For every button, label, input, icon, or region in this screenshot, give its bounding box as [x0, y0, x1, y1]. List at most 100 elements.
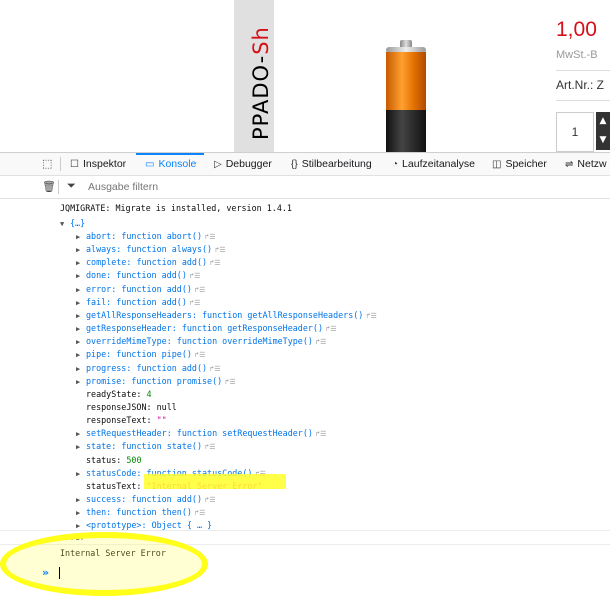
- property-colon: :: [111, 441, 122, 452]
- property-key: state: [86, 441, 112, 452]
- object-property-row[interactable]: ▶ setRequestHeader: function setRequestHe…: [76, 427, 326, 440]
- property-colon: :: [111, 283, 122, 294]
- object-property-row[interactable]: ▶ getResponseHeader: function getResponse…: [76, 322, 337, 335]
- property-value: function promise(): [131, 375, 223, 386]
- object-property-row[interactable]: responseText: "": [76, 414, 167, 427]
- yellow-highlight: [144, 474, 286, 489]
- property-value: 4: [146, 388, 152, 399]
- object-property-row[interactable]: ▶ fail: function add() ↱☰: [76, 296, 200, 309]
- property-value: function add(): [136, 257, 208, 268]
- object-property-row[interactable]: ▶ then: function then() ↱☰: [76, 506, 205, 519]
- property-key: statusCode: [86, 467, 137, 478]
- property-colon: :: [146, 401, 157, 412]
- property-colon: :: [126, 362, 137, 373]
- collapsed-arrow-icon: ▶: [76, 272, 81, 281]
- object-property-row[interactable]: readyState: 4: [76, 388, 152, 401]
- property-colon: :: [191, 309, 202, 320]
- property-value: function pipe(): [116, 349, 192, 360]
- collapsed-arrow-icon: ▶: [76, 233, 81, 241]
- expanded-arrow-icon: ▼: [60, 220, 65, 228]
- jump-to-definition-icon[interactable]: ↱☰: [195, 286, 206, 294]
- jump-to-definition-icon[interactable]: ↱☰: [195, 509, 206, 517]
- object-property-row[interactable]: ▶ pipe: function pipe() ↱☰: [76, 348, 205, 361]
- collapsed-arrow-icon: ▶: [76, 311, 81, 320]
- jump-to-definition-icon[interactable]: ↱☰: [316, 338, 327, 346]
- collapsed-arrow-icon: ▶: [76, 364, 81, 373]
- property-key: fail: [86, 296, 107, 307]
- property-value: function getAllResponseHeaders(): [201, 309, 364, 320]
- object-property-row[interactable]: ▶ progress: function add() ↱☰: [76, 362, 221, 375]
- property-value: function add(): [116, 270, 187, 281]
- collapsed-arrow-icon: ▶: [76, 430, 81, 439]
- property-colon: :: [166, 336, 177, 347]
- object-property-row[interactable]: ▶ promise: function promise() ↱☰: [76, 375, 236, 388]
- collapsed-arrow-icon: ▶: [76, 469, 81, 478]
- jump-to-definition-icon[interactable]: ↱☰: [205, 496, 216, 504]
- property-key: complete: [86, 257, 127, 268]
- object-property-row[interactable]: ▶ getAllResponseHeaders: function getAllR…: [76, 309, 377, 322]
- jump-to-definition-icon[interactable]: ↱☰: [190, 299, 201, 307]
- property-colon: :: [106, 270, 117, 281]
- collapsed-arrow-icon: ▶: [76, 509, 81, 518]
- property-value: function overrideMimeType(): [176, 336, 313, 347]
- property-key: <prototype>: [86, 520, 142, 531]
- object-property-row[interactable]: ▶ error: function add() ↱☰: [76, 283, 205, 296]
- jump-to-definition-icon[interactable]: ↱☰: [205, 443, 216, 451]
- property-value: function state(): [121, 441, 202, 452]
- jump-to-definition-icon[interactable]: ↱☰: [366, 312, 377, 320]
- jump-to-definition-icon[interactable]: ↱☰: [326, 325, 337, 333]
- jump-to-definition-icon[interactable]: ↱☰: [210, 259, 221, 267]
- collapsed-arrow-icon: ▶: [76, 246, 81, 255]
- object-property-row[interactable]: ▶ success: function add() ↱☰: [76, 493, 215, 506]
- object-property-row[interactable]: ▶ abort: function abort() ↱☰: [76, 230, 216, 243]
- property-key: abort: [86, 231, 112, 241]
- jump-to-definition-icon[interactable]: ↱☰: [316, 430, 327, 438]
- collapsed-arrow-icon: ▶: [76, 285, 81, 294]
- collapsed-arrow-icon: ▶: [76, 338, 81, 347]
- jump-to-definition-icon[interactable]: ↱☰: [195, 351, 206, 359]
- collapsed-arrow-icon: ▶: [76, 298, 81, 307]
- property-colon: :: [126, 257, 137, 268]
- property-key: error: [86, 283, 112, 294]
- object-header[interactable]: ▼ {…}: [60, 217, 85, 230]
- jump-to-definition-icon[interactable]: ↱☰: [225, 378, 236, 386]
- jump-to-definition-icon[interactable]: ↱☰: [205, 233, 216, 241]
- object-property-row[interactable]: responseJSON: null: [76, 401, 177, 414]
- divider: [0, 530, 610, 531]
- object-property-row[interactable]: ▶ complete: function add() ↱☰: [76, 256, 221, 269]
- property-colon: :: [146, 415, 157, 426]
- property-value: function add(): [136, 362, 208, 373]
- jump-to-definition-icon[interactable]: ↱☰: [215, 246, 226, 254]
- console-input-row[interactable]: »: [0, 562, 610, 584]
- property-value: function always(): [126, 244, 213, 255]
- property-key: overrideMimeType: [86, 336, 167, 347]
- object-property-row[interactable]: ▶ overrideMimeType: function overrideMime…: [76, 335, 326, 348]
- property-key: success: [86, 494, 122, 504]
- property-key: responseJSON: [86, 401, 147, 412]
- collapsed-arrow-icon: ▶: [76, 443, 81, 452]
- object-property-row[interactable]: ▶ always: function always() ↱☰: [76, 243, 226, 256]
- object-property-row[interactable]: ▶ state: function state() ↱☰: [76, 440, 216, 453]
- property-key: setRequestHeader: [86, 428, 167, 439]
- property-colon: :: [121, 375, 132, 386]
- jump-to-definition-icon[interactable]: ↱☰: [190, 272, 201, 280]
- property-value: function getResponseHeader(): [181, 323, 323, 334]
- property-key: responseText: [86, 415, 147, 426]
- property-key: always: [86, 244, 117, 255]
- property-colon: :: [171, 323, 182, 334]
- property-key: then: [86, 507, 107, 518]
- property-key: getResponseHeader: [86, 323, 172, 334]
- collapsed-arrow-icon: ▶: [76, 325, 81, 334]
- console-message-migrate: JQMIGRATE: Migrate is installed, version…: [60, 203, 292, 213]
- text-caret: [59, 567, 60, 579]
- property-colon: :: [141, 520, 152, 531]
- collapsed-arrow-icon: ▶: [76, 259, 81, 268]
- jump-to-definition-icon[interactable]: ↱☰: [210, 365, 221, 373]
- property-value: Object { … }: [151, 520, 213, 531]
- property-value: function add(): [131, 494, 202, 504]
- object-property-row[interactable]: ▶ done: function add() ↱☰: [76, 269, 200, 282]
- console-output: JQMIGRATE: Migrate is installed, version…: [0, 0, 610, 600]
- object-property-row[interactable]: status: 500: [76, 454, 142, 467]
- property-key: promise: [86, 375, 122, 386]
- property-colon: :: [121, 494, 132, 504]
